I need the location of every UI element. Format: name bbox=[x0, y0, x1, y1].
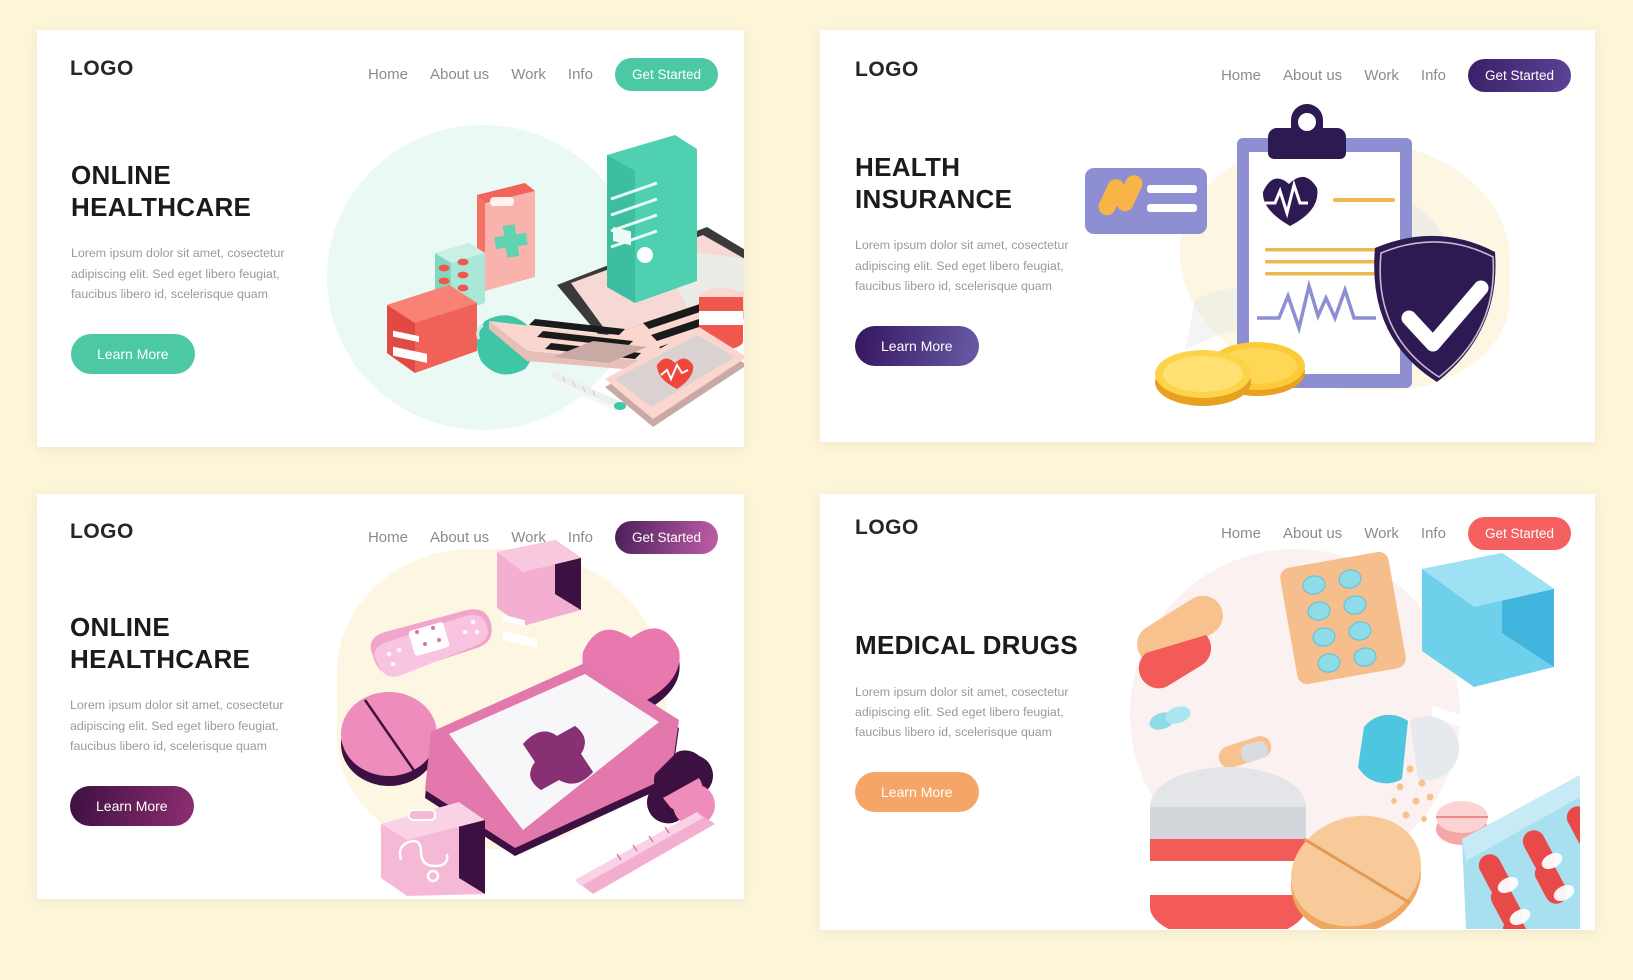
nav-link-about-us[interactable]: About us bbox=[430, 66, 489, 83]
copy-block-teal: ONLINE HEALTHCARE Lorem ipsum dolor sit … bbox=[71, 160, 371, 374]
illustration-pink-medical bbox=[341, 540, 715, 896]
get-started-button[interactable]: Get Started bbox=[614, 521, 718, 554]
header-teal: LOGO Home About us Work Info Get Started bbox=[37, 30, 744, 112]
nav-pink: Home About us Work Info Get Started bbox=[368, 521, 718, 554]
medicine-box-icon bbox=[387, 285, 477, 373]
first-aid-kit-icon bbox=[381, 802, 485, 896]
illustration-laptop-medical bbox=[387, 135, 744, 427]
panel-medical-drugs: LOGO Home About us Work Info Get Started… bbox=[820, 494, 1595, 930]
nav-link-work[interactable]: Work bbox=[511, 66, 546, 83]
nav-drugs: Home About us Work Info Get Started bbox=[1221, 517, 1571, 550]
pill-bottle-icon bbox=[1150, 767, 1306, 929]
gold-coins-icon bbox=[1155, 342, 1305, 406]
document-icon bbox=[607, 135, 697, 303]
get-started-button[interactable]: Get Started bbox=[1467, 59, 1571, 92]
copy-block-insurance: HEALTH INSURANCE Lorem ipsum dolor sit a… bbox=[855, 152, 1155, 366]
page-paragraph: Lorem ipsum dolor sit amet, cosectetur a… bbox=[855, 684, 1069, 739]
nav-link-about-us[interactable]: About us bbox=[1283, 525, 1342, 542]
copy-block-pink: ONLINE HEALTHCARE Lorem ipsum dolor sit … bbox=[70, 612, 370, 826]
nav-link-info[interactable]: Info bbox=[1421, 525, 1446, 542]
nav-teal: Home About us Work Info Get Started bbox=[368, 58, 718, 91]
page-paragraph: Lorem ipsum dolor sit amet, cosectetur a… bbox=[70, 698, 284, 753]
nav-link-info[interactable]: Info bbox=[568, 529, 593, 546]
logo-pink[interactable]: LOGO bbox=[70, 520, 134, 544]
nav-link-work[interactable]: Work bbox=[1364, 67, 1399, 84]
learn-more-button[interactable]: Learn More bbox=[855, 772, 979, 812]
nav-link-work[interactable]: Work bbox=[1364, 525, 1399, 542]
logo-teal[interactable]: LOGO bbox=[70, 57, 134, 81]
illustration-medical-drugs bbox=[1137, 551, 1580, 929]
medical-cross-icon bbox=[523, 726, 593, 790]
first-aid-kit-icon bbox=[477, 183, 535, 291]
nav-link-home[interactable]: Home bbox=[368, 529, 408, 546]
header-pink: LOGO Home About us Work Info Get Started bbox=[37, 494, 744, 576]
learn-more-button[interactable]: Learn More bbox=[70, 785, 194, 826]
learn-more-button[interactable]: Learn More bbox=[855, 325, 979, 366]
page-paragraph: Lorem ipsum dolor sit amet, cosectetur a… bbox=[855, 238, 1069, 293]
page-paragraph: Lorem ipsum dolor sit amet, cosectetur a… bbox=[71, 246, 285, 301]
get-started-button[interactable]: Get Started bbox=[614, 58, 718, 91]
page-title: HEALTH INSURANCE bbox=[855, 152, 1013, 214]
nav-link-home[interactable]: Home bbox=[1221, 525, 1261, 542]
header-drugs: LOGO Home About us Work Info Get Started bbox=[820, 494, 1595, 576]
panel-online-healthcare-pink: LOGO Home About us Work Info Get Started… bbox=[37, 494, 744, 899]
nav-insurance: Home About us Work Info Get Started bbox=[1221, 59, 1571, 92]
nav-link-info[interactable]: Info bbox=[568, 66, 593, 83]
page-title: ONLINE HEALTHCARE bbox=[70, 612, 251, 674]
copy-block-drugs: MEDICAL DRUGS Lorem ipsum dolor sit amet… bbox=[855, 630, 1165, 812]
nav-link-work[interactable]: Work bbox=[511, 529, 546, 546]
bandage-icon bbox=[370, 609, 492, 677]
logo-drugs[interactable]: LOGO bbox=[855, 516, 919, 540]
nav-link-home[interactable]: Home bbox=[368, 66, 408, 83]
nav-link-home[interactable]: Home bbox=[1221, 67, 1261, 84]
learn-more-button[interactable]: Learn More bbox=[71, 333, 195, 374]
panel-online-healthcare-teal: LOGO Home About us Work Info Get Started… bbox=[37, 30, 744, 447]
nav-link-about-us[interactable]: About us bbox=[1283, 67, 1342, 84]
thermometer-icon bbox=[575, 812, 715, 894]
logo-insurance[interactable]: LOGO bbox=[855, 58, 919, 82]
nav-link-about-us[interactable]: About us bbox=[430, 529, 489, 546]
landing-page-set: LOGO Home About us Work Info Get Started… bbox=[0, 0, 1633, 980]
get-started-button[interactable]: Get Started bbox=[1467, 517, 1571, 550]
capsule-small-icon bbox=[1218, 736, 1272, 768]
panel-health-insurance: LOGO Home About us Work Info Get Started… bbox=[820, 30, 1595, 442]
blister-pack-blue-icon bbox=[1462, 775, 1580, 929]
page-title: MEDICAL DRUGS bbox=[855, 630, 1078, 660]
nav-link-info[interactable]: Info bbox=[1421, 67, 1446, 84]
page-title: ONLINE HEALTHCARE bbox=[71, 160, 252, 222]
header-insurance: LOGO Home About us Work Info Get Started bbox=[820, 30, 1595, 112]
